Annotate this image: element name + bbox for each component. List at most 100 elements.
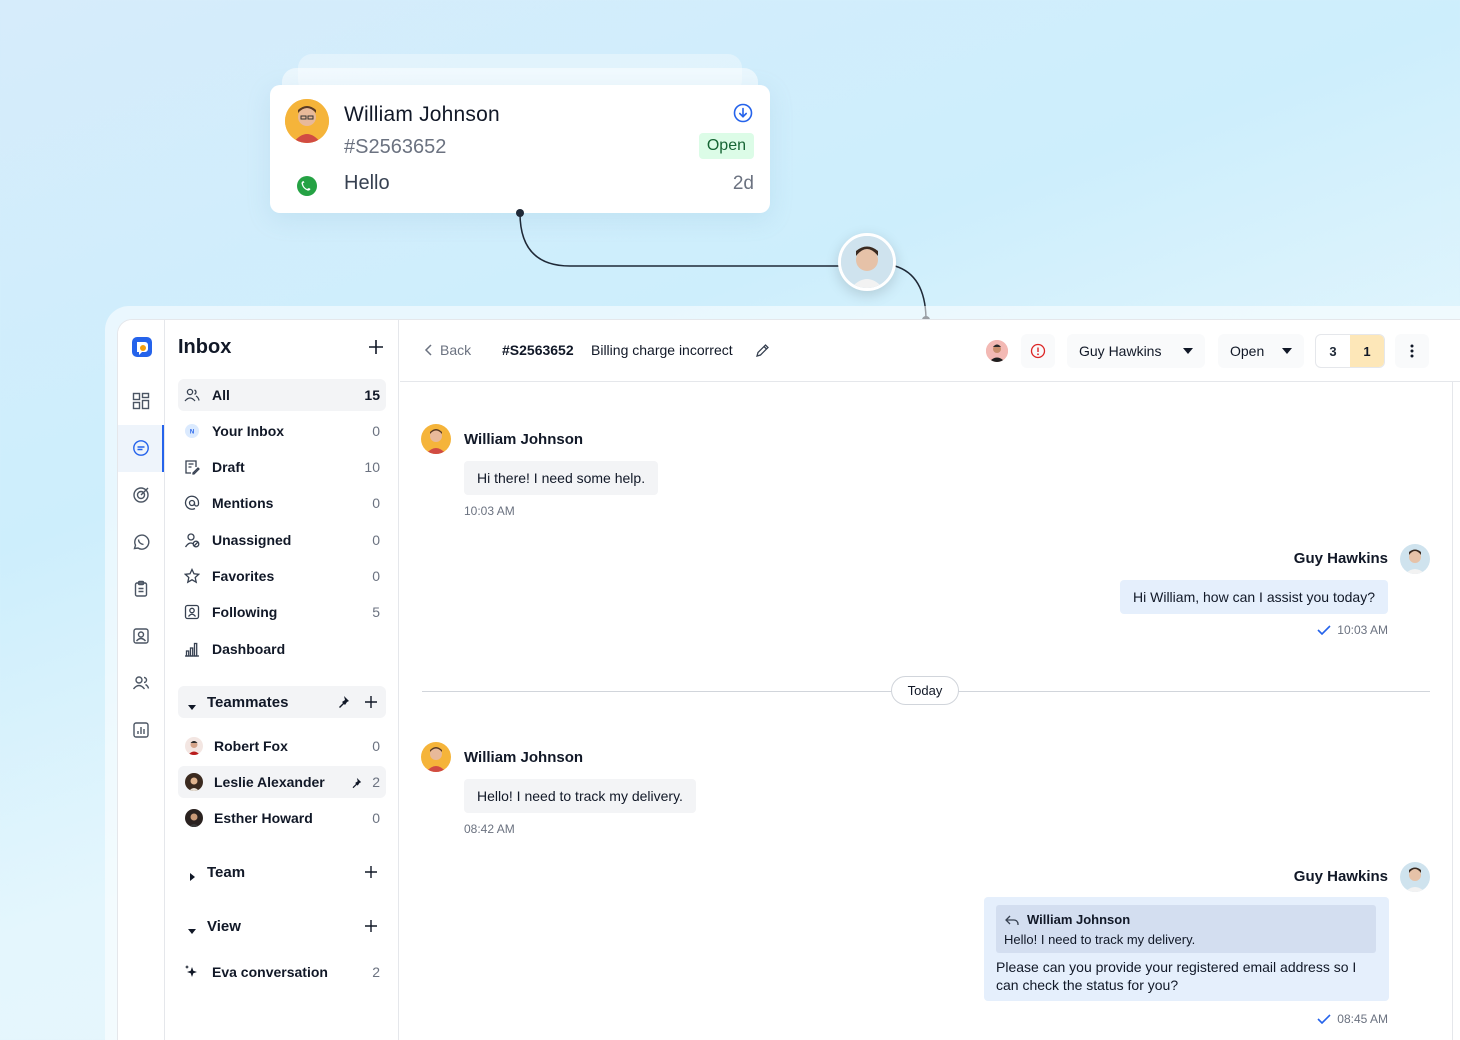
teammate-name: Esther Howard (214, 810, 313, 826)
chart-icon (184, 641, 200, 657)
caret-down-icon (188, 922, 196, 934)
conversation-panel: Back #S2563652 Billing charge incorrect … (400, 320, 1460, 1040)
sidebar-item-following[interactable]: Following 5 (178, 596, 386, 628)
sidebar-item-draft[interactable]: Draft 10 (178, 451, 386, 483)
section-teammates[interactable]: Teammates (178, 686, 386, 718)
avatar (185, 773, 203, 791)
message-bubble: Hi William, how can I assist you today? (1120, 580, 1388, 614)
status-value: Open (1230, 343, 1265, 359)
assignee-value: Guy Hawkins (1079, 343, 1162, 359)
section-label: Team (207, 863, 246, 881)
conversation-card[interactable]: William Johnson #S2563652 Hello Open 2d (270, 85, 770, 213)
alert-icon (1030, 343, 1046, 359)
message-bubble: Hello! I need to track my delivery. (464, 779, 696, 813)
pin-icon[interactable] (336, 695, 350, 709)
message-time: 10:03 AM (1317, 623, 1388, 637)
check-icon (1317, 625, 1331, 635)
ticket-id: #S2563652 (502, 342, 574, 358)
message-time: 08:45 AM (1317, 1012, 1388, 1026)
users-icon[interactable] (132, 674, 150, 692)
counter-unread: 1 (1350, 335, 1384, 367)
message-sender: William Johnson (464, 431, 584, 448)
teammate-count: 2 (372, 774, 380, 790)
sidebar-item-all[interactable]: All 15 (178, 379, 386, 411)
teammate-count: 0 (372, 810, 380, 826)
teammate-item[interactable]: Leslie Alexander 2 (178, 766, 386, 798)
teammate-name: Robert Fox (214, 738, 288, 754)
sparkle-icon (184, 964, 200, 980)
sidebar-item-dashboard[interactable]: Dashboard (178, 633, 386, 665)
avatar (421, 742, 451, 772)
avatar (1400, 544, 1430, 574)
message-bubble: Hi there! I need some help. (464, 461, 659, 495)
sidebar-item-label: Favorites (212, 568, 275, 584)
add-team-icon[interactable] (364, 865, 378, 879)
grid-icon[interactable] (132, 392, 150, 410)
agent-avatar (838, 233, 896, 291)
sidebar-item-your-inbox[interactable]: N Your Inbox 0 (178, 415, 386, 447)
app-logo-icon[interactable] (131, 336, 153, 358)
date-divider-label: Today (891, 676, 959, 705)
add-teammate-icon[interactable] (364, 695, 378, 709)
message-sender: William Johnson (464, 749, 584, 766)
report-icon[interactable] (132, 721, 150, 739)
assignee-avatar[interactable] (986, 340, 1008, 362)
card-ticket-id: #S2563652 (344, 136, 447, 158)
conversation-counter[interactable]: 3 1 (1315, 334, 1385, 368)
ticket-subject: Billing charge incorrect (591, 342, 733, 358)
priority-button[interactable] (1021, 334, 1055, 368)
avatar (1400, 862, 1430, 892)
target-icon[interactable] (132, 486, 150, 504)
teammate-item[interactable]: Esther Howard 0 (178, 802, 386, 834)
section-team[interactable]: Team (178, 856, 386, 888)
contact-icon[interactable] (132, 627, 150, 645)
back-button[interactable]: Back (424, 342, 471, 358)
add-icon[interactable] (367, 338, 385, 356)
whatsapp-icon (296, 175, 318, 197)
sidebar-item-favorites[interactable]: Favorites 0 (178, 560, 386, 592)
pin-icon[interactable] (350, 776, 362, 789)
avatar (421, 424, 451, 454)
customer-avatar (285, 99, 329, 143)
sidebar-item-label: Your Inbox (212, 423, 285, 439)
edit-icon[interactable] (755, 343, 770, 358)
sidebar-item-label: Eva conversation (212, 964, 328, 980)
whatsapp-icon[interactable] (132, 533, 150, 551)
assignee-select[interactable]: Guy Hawkins (1067, 334, 1205, 368)
message-text: Please can you provide your registered e… (996, 959, 1357, 993)
chevron-down-icon (1183, 348, 1193, 354)
sidebar-item-unassigned[interactable]: Unassigned 0 (178, 524, 386, 556)
caret-down-icon (188, 698, 196, 710)
sidebar: Inbox All 15 N Your Inbox 0 Draft 10 Men… (165, 320, 399, 1040)
chat-icon[interactable] (132, 439, 150, 457)
sidebar-item-count: 15 (364, 387, 380, 403)
clipboard-icon[interactable] (132, 580, 150, 598)
add-view-icon[interactable] (364, 919, 378, 933)
message-time: 10:03 AM (464, 504, 515, 518)
at-icon (184, 495, 200, 511)
sidebar-title: Inbox (178, 336, 232, 358)
caret-right-icon (188, 868, 196, 881)
status-select[interactable]: Open (1218, 334, 1304, 368)
section-label: Teammates (207, 693, 289, 711)
chevron-down-icon (1282, 348, 1292, 354)
sidebar-item-label: Unassigned (212, 532, 292, 548)
star-icon (183, 567, 201, 584)
sidebar-item-mentions[interactable]: Mentions 0 (178, 487, 386, 519)
back-label: Back (440, 342, 472, 358)
reply-icon (1004, 912, 1020, 928)
more-options-button[interactable] (1395, 334, 1429, 368)
more-vertical-icon (1410, 344, 1414, 358)
teammate-item[interactable]: Robert Fox 0 (178, 730, 386, 762)
avatar (185, 809, 203, 827)
section-view[interactable]: View (178, 910, 386, 942)
draft-icon (184, 459, 200, 475)
sidebar-item-label: Following (212, 604, 278, 620)
message-sender: Guy Hawkins (1293, 550, 1388, 567)
quoted-message[interactable]: William Johnson Hello! I need to track m… (996, 905, 1376, 953)
download-circle-icon[interactable] (733, 103, 753, 123)
sidebar-item-label: Dashboard (212, 641, 286, 657)
message-time: 08:42 AM (464, 822, 515, 836)
sidebar-item-eva-conversation[interactable]: Eva conversation 2 (178, 956, 386, 988)
card-status-badge: Open (698, 133, 754, 159)
